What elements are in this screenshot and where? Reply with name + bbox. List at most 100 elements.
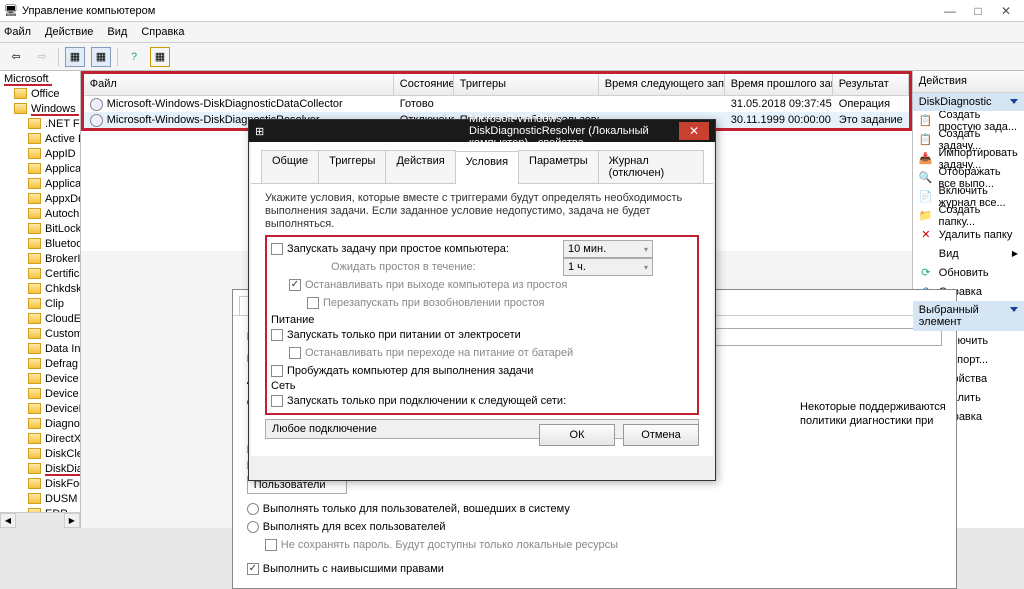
dtab-general[interactable]: Общие: [261, 150, 319, 183]
dialog-close-button[interactable]: ✕: [679, 122, 709, 140]
tree-item[interactable]: BitLocker: [0, 221, 80, 236]
dtab-conditions[interactable]: Условия: [455, 151, 519, 184]
col-file[interactable]: Файл: [84, 74, 394, 95]
dtab-actions[interactable]: Действия: [385, 150, 455, 183]
col-trigger[interactable]: Триггеры: [454, 74, 599, 95]
dialog-titlebar[interactable]: ⊞Microsoft-Windows-DiskDiagnosticResolve…: [249, 120, 715, 142]
back-button[interactable]: ⇦: [6, 47, 26, 67]
tb-icon-2[interactable]: ▦: [91, 47, 111, 67]
maximize-button[interactable]: □: [964, 1, 992, 21]
tree-item[interactable]: AppID: [0, 146, 80, 161]
menu-file[interactable]: Файл: [4, 26, 31, 38]
tree-item[interactable]: Application Experience: [0, 161, 80, 176]
close-button[interactable]: ✕: [992, 1, 1020, 21]
tree-item[interactable]: Diagnosis: [0, 416, 80, 431]
col-result[interactable]: Результат: [833, 74, 909, 95]
select-idle-wait[interactable]: 1 ч.▾: [563, 258, 653, 276]
tree-item[interactable]: CloudExperienceHost: [0, 311, 80, 326]
tree-item[interactable]: .NET Framework: [0, 116, 80, 131]
col-next[interactable]: Время следующего запуска: [599, 74, 725, 95]
cb-power-ac[interactable]: [271, 329, 283, 341]
tree-item[interactable]: DiskCleanup: [0, 446, 80, 461]
cb-highpriv[interactable]: [247, 563, 259, 575]
radio-2[interactable]: [247, 521, 259, 533]
menu-action[interactable]: Действие: [45, 26, 93, 38]
scroll-right-icon[interactable]: ▶: [64, 513, 80, 528]
col-state[interactable]: Состояние: [394, 74, 454, 95]
folder-icon: [14, 103, 27, 114]
folder-icon: [28, 403, 41, 414]
cb-nopass[interactable]: [265, 539, 277, 551]
folder-icon: [28, 253, 41, 264]
lbl-net-only: Запускать только при подключении к следу…: [287, 395, 566, 407]
cb-power-stop[interactable]: [289, 347, 301, 359]
tree-item[interactable]: DiskFootprint: [0, 476, 80, 491]
menu-help[interactable]: Справка: [141, 26, 184, 38]
tree-item[interactable]: Customer Experience Improvement: [0, 326, 80, 341]
tree-item[interactable]: ApplicationData: [0, 176, 80, 191]
folder-icon: [28, 148, 41, 159]
tree-item[interactable]: DiskDiagnostic: [0, 461, 80, 476]
tree-item[interactable]: Office: [0, 86, 80, 101]
ok-button[interactable]: ОК: [539, 424, 615, 446]
action-delete-folder[interactable]: ✕Удалить папку: [913, 225, 1024, 244]
tb-icon-3[interactable]: ▦: [150, 47, 170, 67]
action-refresh[interactable]: ⟳Обновить: [913, 263, 1024, 282]
cb-net-only[interactable]: [271, 395, 283, 407]
action-create-folder[interactable]: 📁Создать папку...: [913, 206, 1024, 225]
cb-idle-restart[interactable]: [307, 297, 319, 309]
tree-scrollbar[interactable]: ◀▶: [0, 512, 80, 528]
tree-item[interactable]: Clip: [0, 296, 80, 311]
navigation-tree[interactable]: Microsoft OfficeWindows.NET FrameworkAct…: [0, 71, 81, 528]
folder-icon: [28, 223, 41, 234]
folder-icon: [28, 178, 41, 189]
lbl-power-ac: Запускать только при питании от электрос…: [287, 329, 521, 341]
actions-group-2[interactable]: Выбранный элемент: [913, 301, 1024, 331]
tree-item[interactable]: AppxDeploymentClient: [0, 191, 80, 206]
tree-item[interactable]: CertificateServicesClient: [0, 266, 80, 281]
scroll-left-icon[interactable]: ◀: [0, 513, 16, 528]
col-last[interactable]: Время прошлого запуска: [725, 74, 833, 95]
folder-icon: [28, 313, 41, 324]
folder-icon: [28, 478, 41, 489]
menu-view[interactable]: Вид: [107, 26, 127, 38]
lbl-idle-restart: Перезапускать при возобновлении простоя: [323, 297, 545, 309]
forward-button[interactable]: ⇨: [32, 47, 52, 67]
tree-item[interactable]: Bluetooth: [0, 236, 80, 251]
tree-item[interactable]: DUSM: [0, 491, 80, 506]
dtab-triggers[interactable]: Триггеры: [318, 150, 386, 183]
tree-item[interactable]: Device Setup: [0, 386, 80, 401]
cb-idle-start[interactable]: [271, 243, 283, 255]
help-icon[interactable]: ?: [124, 47, 144, 67]
folder-icon: [28, 493, 41, 504]
tree-item[interactable]: DeviceDirectoryClient: [0, 401, 80, 416]
tree-item[interactable]: Device Information: [0, 371, 80, 386]
lbl-power-section: Питание: [271, 314, 693, 326]
tree-item[interactable]: BrokerInfrastructure: [0, 251, 80, 266]
actions-group-1[interactable]: DiskDiagnostic: [913, 93, 1024, 111]
tree-item[interactable]: Chkdsk: [0, 281, 80, 296]
dtab-params[interactable]: Параметры: [518, 150, 599, 183]
minimize-button[interactable]: —: [936, 1, 964, 21]
cb-power-wake[interactable]: [271, 365, 283, 377]
task-row[interactable]: Microsoft-Windows-DiskDiagnosticDataColl…: [84, 96, 909, 112]
action-view[interactable]: Вид▶: [913, 244, 1024, 263]
lbl-power-wake: Пробуждать компьютер для выполнения зада…: [287, 365, 533, 377]
radio-1[interactable]: [247, 503, 259, 515]
folder-icon: [28, 328, 41, 339]
folder-icon: [28, 208, 41, 219]
tree-item[interactable]: Defrag: [0, 356, 80, 371]
clock-icon: [90, 98, 103, 111]
tree-item[interactable]: Active Directory Rights: [0, 131, 80, 146]
tree-root[interactable]: Microsoft: [0, 71, 80, 86]
tree-item[interactable]: Windows: [0, 101, 80, 116]
cb-idle-stop[interactable]: [289, 279, 301, 291]
cancel-button[interactable]: Отмена: [623, 424, 699, 446]
tree-item[interactable]: Autochk: [0, 206, 80, 221]
select-idle-time[interactable]: 10 мин.▾: [563, 240, 653, 258]
tb-icon-1[interactable]: ▦: [65, 47, 85, 67]
tree-item[interactable]: DirectX: [0, 431, 80, 446]
dtab-journal[interactable]: Журнал (отключен): [598, 150, 704, 183]
folder-icon: [28, 238, 41, 249]
tree-item[interactable]: Data Integrity Scan: [0, 341, 80, 356]
